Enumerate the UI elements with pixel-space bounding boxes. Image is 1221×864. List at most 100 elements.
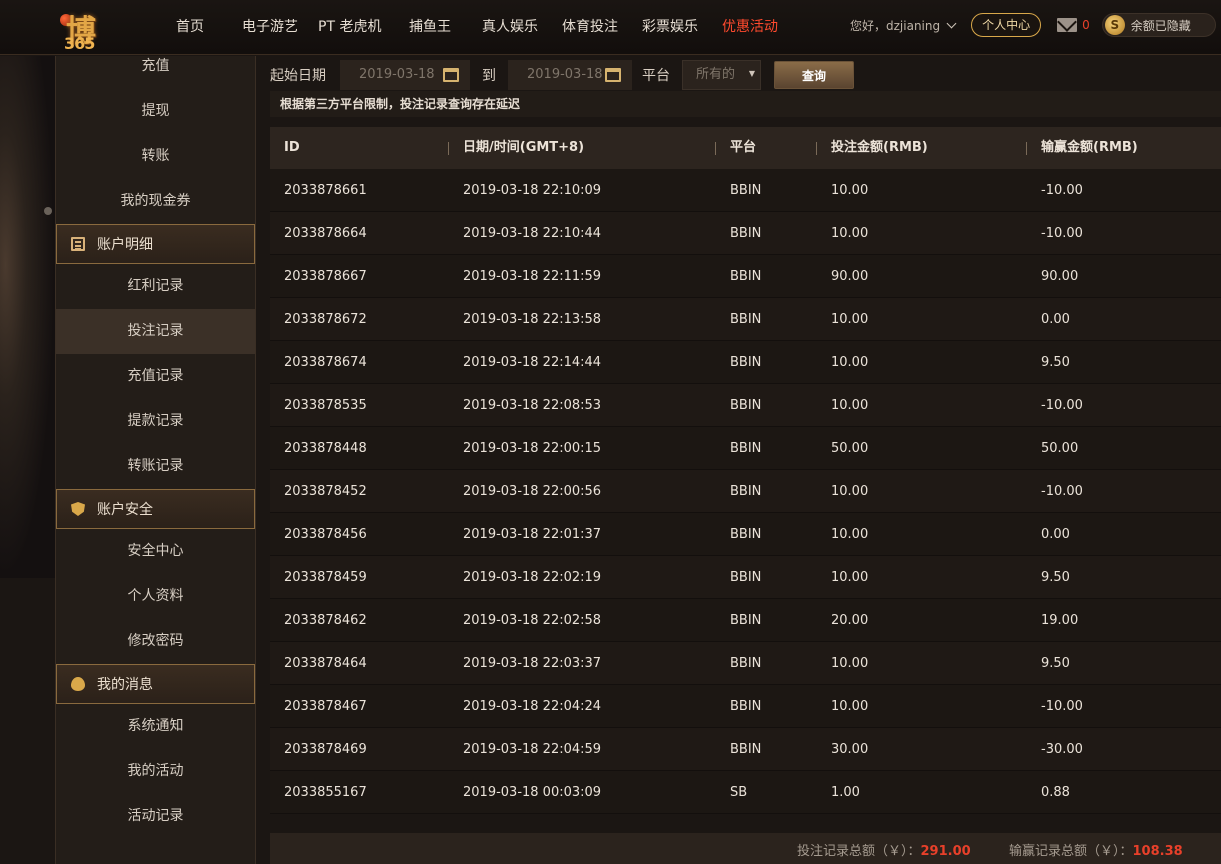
table-row: 2033878448 2019-03-18 22:00:15 BBIN 50.00 50…	[270, 427, 1221, 470]
table-cell: 2033878535	[284, 397, 367, 413]
coin-icon: S	[1104, 15, 1125, 35]
table-cell: 10.00	[831, 483, 869, 499]
nav-item-3[interactable]: 捕鱼王	[409, 16, 451, 36]
balance-label: 余额已隐藏	[1130, 18, 1191, 33]
table-cell: 10.00	[831, 569, 869, 585]
table-cell: 2033878672	[284, 311, 367, 327]
calendar-icon[interactable]	[443, 68, 459, 82]
table-cell: 90.00	[1041, 268, 1079, 284]
sidebar-section-header[interactable]: 我的消息	[56, 664, 255, 704]
sidebar-item-个人资料[interactable]: 个人资料	[56, 574, 255, 619]
table-row: 2033878469 2019-03-18 22:04:59 BBIN 30.00 -3…	[270, 728, 1221, 771]
table-header-cell[interactable]: ID	[284, 127, 300, 169]
end-date-input[interactable]: 2019-03-18	[508, 60, 632, 90]
table-cell: SB	[730, 784, 748, 800]
personal-center-button[interactable]: 个人中心	[971, 13, 1042, 37]
sidebar-item-转账[interactable]: 转账	[56, 134, 255, 179]
win-total-value: 108.38	[1132, 844, 1183, 859]
sidebar-item-转账记录[interactable]: 转账记录	[56, 444, 255, 489]
table-cell: 10.00	[831, 225, 869, 241]
table-cell: 10.00	[831, 182, 869, 198]
table-cell: 2019-03-18 22:04:24	[463, 698, 602, 714]
table-row: 2033878456 2019-03-18 22:01:37 BBIN 10.00 0.…	[270, 513, 1221, 556]
table-cell: 2033878661	[284, 182, 367, 198]
sidebar-item-充值[interactable]: 充值	[56, 44, 255, 89]
nav-item-1[interactable]: 电子游艺	[242, 16, 298, 36]
table-cell: 2019-03-18 22:08:53	[463, 397, 602, 413]
start-date-input[interactable]: 2019-03-18	[340, 60, 470, 90]
table-cell: BBIN	[730, 311, 762, 327]
chevron-down-icon[interactable]	[946, 18, 957, 28]
table-row: 2033878462 2019-03-18 22:02:58 BBIN 20.00 19…	[270, 599, 1221, 642]
table-cell: 30.00	[831, 741, 869, 757]
sidebar-item-修改密码[interactable]: 修改密码	[56, 619, 255, 664]
sidebar-item-我的现金券[interactable]: 我的现金券	[56, 179, 255, 224]
table-cell: 2033878462	[284, 612, 367, 628]
table-cell: 19.00	[1041, 612, 1079, 628]
table-cell: 2019-03-18 22:02:19	[463, 569, 602, 585]
table-cell: 1.00	[831, 784, 860, 800]
table-cell: BBIN	[730, 225, 762, 241]
sidebar-item-投注记录[interactable]: 投注记录	[56, 309, 255, 354]
sidebar: 充值 提现 转账 我的现金券 账户明细 红利记录 投注记录 充值记录 提款记录 转账记录 账户安全安…	[55, 56, 256, 864]
table-row: 2033878667 2019-03-18 22:11:59 BBIN 90.00 90…	[270, 255, 1221, 298]
nav-item-6[interactable]: 彩票娱乐	[642, 16, 698, 36]
table-cell: -10.00	[1041, 182, 1083, 198]
sidebar-item-我的活动[interactable]: 我的活动	[56, 749, 255, 794]
balance-toggle[interactable]: S 余额已隐藏	[1101, 13, 1216, 37]
sidebar-item-提款记录[interactable]: 提款记录	[56, 399, 255, 444]
table-header-cell[interactable]: 投注金额(RMB)	[816, 127, 928, 169]
table-cell: 2019-03-18 22:01:37	[463, 526, 602, 542]
nav-item-4[interactable]: 真人娱乐	[482, 16, 538, 36]
table-cell: 2019-03-18 22:04:59	[463, 741, 602, 757]
table-header-cell[interactable]: 平台	[715, 127, 756, 169]
query-button[interactable]: 查询	[774, 61, 854, 89]
table-header-cell[interactable]: 输赢金额(RMB)	[1026, 127, 1138, 169]
table-cell: 9.50	[1041, 655, 1070, 671]
sidebar-item-红利记录[interactable]: 红利记录	[56, 264, 255, 309]
table-cell: 2033878456	[284, 526, 367, 542]
calendar-icon[interactable]	[605, 68, 621, 82]
table-cell: 50.00	[1041, 440, 1079, 456]
sidebar-item-安全中心[interactable]: 安全中心	[56, 529, 255, 574]
sidebar-item-提现[interactable]: 提现	[56, 89, 255, 134]
sidebar-section-header[interactable]: 账户安全	[56, 489, 255, 529]
table-cell: 2033878464	[284, 655, 367, 671]
bet-total-summary: 投注记录总额（￥）：291.00	[797, 833, 971, 864]
chat-icon	[71, 677, 85, 691]
nav-item-2[interactable]: PT 老虎机	[318, 16, 381, 36]
win-total-label: 输赢记录总额（￥）：	[1009, 844, 1133, 859]
background-art	[0, 56, 55, 578]
table-cell: 2033878459	[284, 569, 367, 585]
table-cell: 2019-03-18 22:10:44	[463, 225, 602, 241]
sidebar-section-header[interactable]: 账户明细	[56, 224, 255, 264]
nav-item-5[interactable]: 体育投注	[562, 16, 618, 36]
table-cell: 10.00	[831, 354, 869, 370]
table-cell: 10.00	[831, 397, 869, 413]
table-cell: BBIN	[730, 569, 762, 585]
table-cell: 2033878467	[284, 698, 367, 714]
table-cell: BBIN	[730, 182, 762, 198]
table-cell: BBIN	[730, 526, 762, 542]
table-cell: 2019-03-18 22:14:44	[463, 354, 602, 370]
table-cell: 0.00	[1041, 526, 1070, 542]
platform-select[interactable]: 所有的	[682, 60, 761, 90]
end-date-value: 2019-03-18	[527, 67, 603, 82]
table-header-cell[interactable]: 日期/时间(GMT+8)	[448, 127, 584, 169]
nav-item-0[interactable]: 首页	[176, 16, 204, 36]
sidebar-item-活动记录[interactable]: 活动记录	[56, 794, 255, 839]
table-cell: 10.00	[831, 655, 869, 671]
bet-total-value: 291.00	[920, 844, 971, 859]
table-cell: -10.00	[1041, 225, 1083, 241]
mail-icon[interactable]	[1057, 18, 1078, 32]
table-cell: 20.00	[831, 612, 869, 628]
bet-record-table: ID 日期/时间(GMT+8) 平台 投注金额(RMB) 输赢金额(RMB) 203387…	[270, 127, 1221, 814]
table-row: 2033855167 2019-03-18 00:03:09 SB 1.00 0.88	[270, 771, 1221, 814]
sidebar-item-系统通知[interactable]: 系统通知	[56, 704, 255, 749]
sidebar-item-充值记录[interactable]: 充值记录	[56, 354, 255, 399]
nav-item-7[interactable]: 优惠活动	[722, 16, 778, 36]
table-cell: 10.00	[831, 698, 869, 714]
table-cell: 2033878664	[284, 225, 367, 241]
win-total-summary: 输赢记录总额（￥）：108.38	[1009, 833, 1183, 864]
table-cell: 2019-03-18 22:13:58	[463, 311, 602, 327]
